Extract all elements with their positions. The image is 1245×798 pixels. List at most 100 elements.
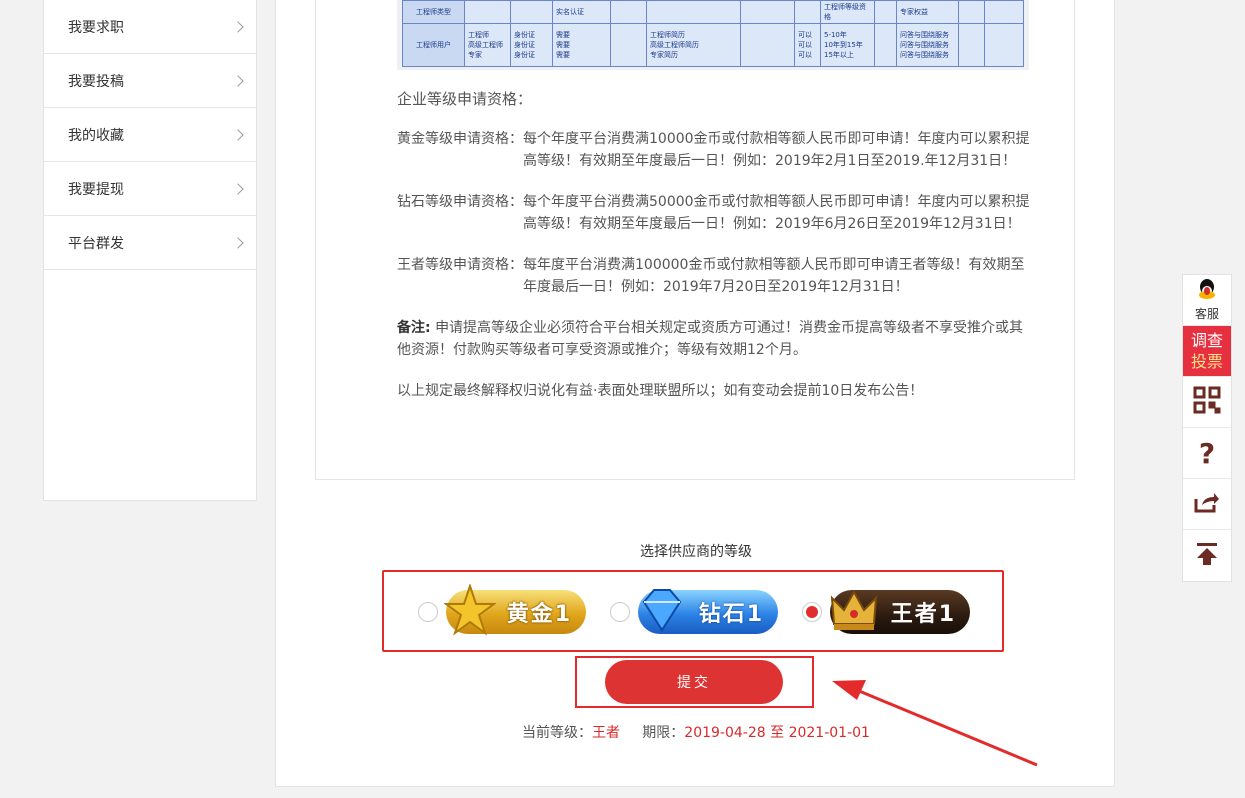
table-cell xyxy=(984,0,1024,24)
table-cell-line: 10年到15年 xyxy=(824,41,863,49)
grade-select-title: 选择供应商的等级 xyxy=(640,544,752,560)
table-cell: 身份证 身份证 身份证 xyxy=(510,23,553,67)
rule-gold: 黄金等级申请资格： 每个年度平台消费满10000金币或付款相等额人民币即可申请！年… xyxy=(397,128,1037,172)
question-mark-icon: ? xyxy=(1198,436,1216,470)
table-cell: 工程师高级工程师专家 xyxy=(464,23,511,67)
survey-label: 调查 xyxy=(1190,331,1223,350)
table-cell-line: 可以 xyxy=(798,51,812,59)
chevron-right-icon xyxy=(232,182,244,195)
main-panel: 工程师类型 实名认证 工程师等级资格 专家权益 工程师用户 工程师 高级工程师 … xyxy=(275,0,1115,787)
share-button[interactable] xyxy=(1183,479,1231,530)
table-cell: 可以 可以 可以 xyxy=(794,23,821,67)
submit-button[interactable]: 提交 xyxy=(605,660,783,704)
rule-key: 王者等级申请资格： xyxy=(397,257,523,273)
table-cell: 专家权益 xyxy=(896,0,959,24)
table-cell: 工程师用户 xyxy=(402,23,465,67)
table-cell-line: 工程师 xyxy=(468,31,489,39)
qr-code-icon xyxy=(1193,386,1221,418)
diamond-badge: 钻石1 xyxy=(638,589,778,634)
table-cell-line: 身份证 xyxy=(514,31,535,39)
table-cell-line: 工程师简历 xyxy=(650,31,685,39)
table-cell-line: 专家 xyxy=(468,51,482,59)
chevron-right-icon xyxy=(232,128,244,141)
grade-option-king[interactable]: 王者1 xyxy=(802,586,970,638)
table-cell xyxy=(984,23,1024,67)
rule-value: 每个年度平台消费满50000金币或付款相等额人民币即可申请！年度内可以累积提高等… xyxy=(523,194,1030,232)
sidebar-item-favorites[interactable]: 我的收藏 xyxy=(44,108,256,162)
table-cell-line: 15年以上 xyxy=(824,51,854,59)
sidebar: 我要求职 我要投稿 我的收藏 我要提现 平台群发 xyxy=(43,0,257,501)
rules-text: 企业等级申请资格： 黄金等级申请资格： 每个年度平台消费满10000金币或付款相等… xyxy=(397,88,1037,421)
grade-option-gold[interactable]: 黄金1 xyxy=(418,584,586,638)
rule-value: 每个年度平台消费满10000金币或付款相等额人民币即可申请！年度内可以累积提高等… xyxy=(523,131,1030,169)
gold-badge: 黄金1 xyxy=(444,584,586,636)
table-cell xyxy=(646,0,741,24)
qr-code-button[interactable] xyxy=(1183,377,1231,428)
rule-king: 王者等级申请资格： 每年度平台消费满100000金币或付款相等额人民币即可申请王者… xyxy=(397,254,1037,298)
grade-select-box: 黄金1 钻石1 王者1 xyxy=(382,570,1004,652)
chevron-right-icon xyxy=(232,20,244,33)
back-to-top-button[interactable] xyxy=(1183,530,1231,581)
table-cell: 工程师简历 高级工程师简历 专家简历 xyxy=(646,23,741,67)
radio-diamond[interactable] xyxy=(610,602,630,622)
table-cell-line: 需要 xyxy=(556,41,570,49)
table-cell-line: 高级工程师 xyxy=(468,41,503,49)
table-cell: 工程师等级资格 xyxy=(820,0,875,24)
rule-value: 每年度平台消费满100000金币或付款相等额人民币即可申请王者等级！有效期至年度… xyxy=(523,257,1025,295)
table-cell: 5-10年 10年到15年 15年以上 xyxy=(820,23,875,67)
table-cell xyxy=(464,0,511,24)
level-label: 当前等级： xyxy=(522,725,593,741)
sidebar-item-broadcast[interactable]: 平台群发 xyxy=(44,216,256,270)
radio-gold[interactable] xyxy=(418,602,438,622)
sidebar-item-label: 平台群发 xyxy=(68,235,124,252)
help-button[interactable]: ? xyxy=(1183,428,1231,479)
diamond-icon xyxy=(634,582,690,638)
rule-key: 钻石等级申请资格： xyxy=(397,194,523,210)
table-cell-line: 问答与围绕服务 xyxy=(900,51,949,59)
submit-highlight-box: 提交 xyxy=(575,656,814,708)
table-cell xyxy=(510,0,553,24)
customer-service-label: 客服 xyxy=(1194,306,1219,321)
period-start: 2019-04-28 xyxy=(684,725,766,741)
table-cell xyxy=(610,0,647,24)
table-cell-line: 可以 xyxy=(798,31,812,39)
table-cell: 工程师类型 xyxy=(402,0,465,24)
table-cell xyxy=(794,0,821,24)
table-cell xyxy=(958,0,985,24)
period-end: 2021-01-01 xyxy=(788,725,870,741)
sidebar-item-label: 我要提现 xyxy=(68,181,124,198)
note-value: 申请提高等级企业必须符合平台相关规定或资质方可通过！消费金币提高等级者不享受推介… xyxy=(397,320,1024,358)
sidebar-item-withdraw[interactable]: 我要提现 xyxy=(44,162,256,216)
customer-service-button[interactable]: 客服 xyxy=(1183,275,1231,326)
vote-label: 投票 xyxy=(1190,352,1223,371)
table-cell xyxy=(958,23,985,67)
table-cell-line: 身份证 xyxy=(514,41,535,49)
table-cell xyxy=(874,0,897,24)
table-cell xyxy=(610,23,647,67)
period-label: 期限： xyxy=(642,725,685,741)
sidebar-item-job[interactable]: 我要求职 xyxy=(44,0,256,54)
rules-heading: 企业等级申请资格： xyxy=(397,90,533,108)
table-cell xyxy=(874,23,897,67)
survey-vote-button[interactable]: 调查 投票 xyxy=(1183,326,1231,377)
sidebar-item-label: 我要求职 xyxy=(68,19,124,36)
back-to-top-icon xyxy=(1196,542,1218,570)
level-value: 王者 xyxy=(592,725,621,741)
qq-penguin-icon xyxy=(1197,278,1217,305)
table-cell-line: 需要 xyxy=(556,31,570,39)
grade-option-label: 黄金1 xyxy=(506,602,572,627)
radio-king[interactable] xyxy=(802,602,822,622)
rule-note: 备注: 申请提高等级企业必须符合平台相关规定或资质方可通过！消费金币提高等级者不… xyxy=(397,317,1037,361)
table-cell-line: 问答与围绕服务 xyxy=(900,41,949,49)
chevron-right-icon xyxy=(232,236,244,249)
rule-diamond: 钻石等级申请资格： 每个年度平台消费满50000金币或付款相等额人民币即可申请！年… xyxy=(397,191,1037,235)
table-cell-line: 高级工程师简历 xyxy=(650,41,699,49)
grade-option-diamond[interactable]: 钻石1 xyxy=(610,586,778,638)
sidebar-item-label: 我要投稿 xyxy=(68,73,124,90)
table-cell: 需要 需要 需要 xyxy=(552,23,611,67)
share-icon xyxy=(1194,491,1220,517)
table-cell-line: 需要 xyxy=(556,51,570,59)
table-cell: 问答与围绕服务 问答与围绕服务 问答与围绕服务 xyxy=(896,23,959,67)
sidebar-item-submit-article[interactable]: 我要投稿 xyxy=(44,54,256,108)
table-cell xyxy=(740,0,795,24)
